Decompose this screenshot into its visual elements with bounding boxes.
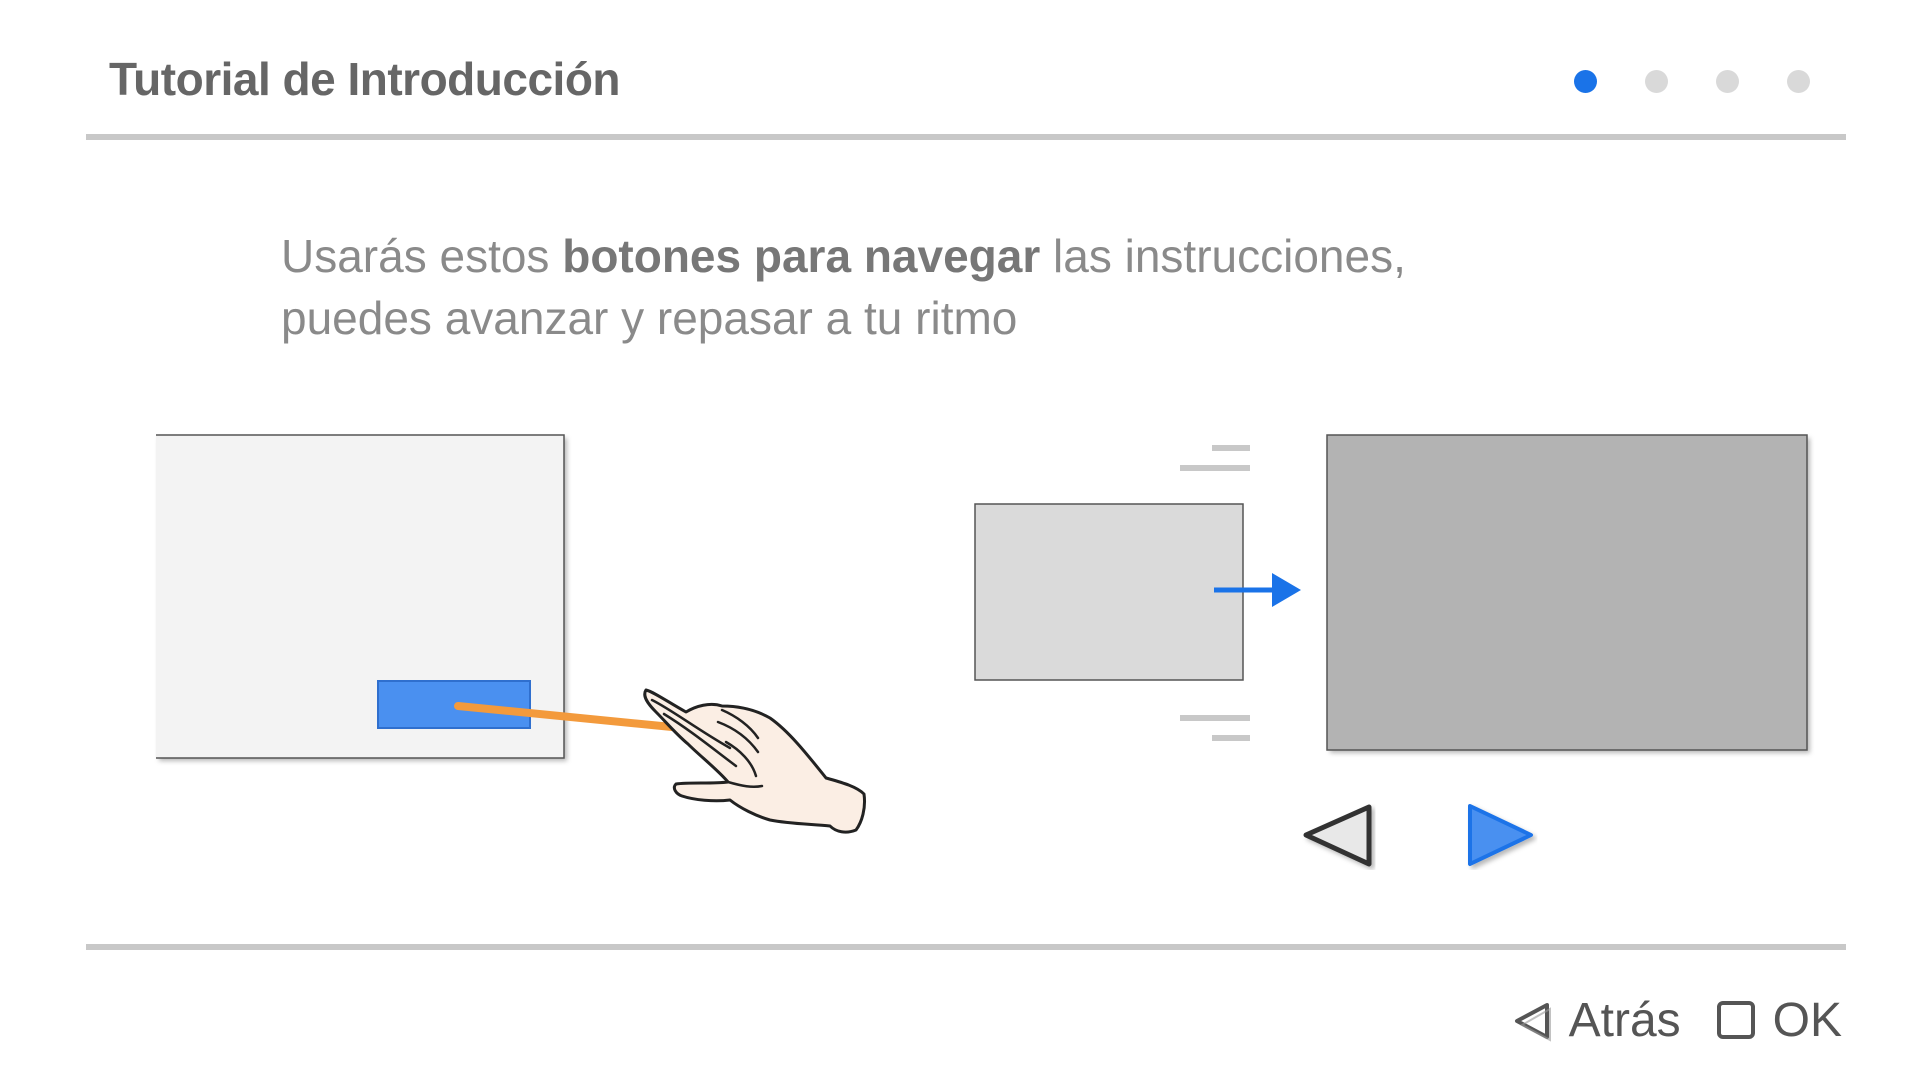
next-triangle-icon (1468, 804, 1533, 866)
square-icon (1715, 999, 1759, 1043)
ok-label: OK (1772, 994, 1842, 1047)
back-button[interactable]: Atrás (1511, 993, 1681, 1048)
back-label: Atrás (1568, 994, 1681, 1047)
ok-button[interactable]: OK (1715, 993, 1842, 1048)
previous-page-thumbnail (974, 503, 1244, 681)
navigation-illustration (156, 434, 1808, 867)
footer-controls: Atrás OK (1511, 993, 1842, 1048)
triangle-left-icon (1511, 999, 1555, 1043)
current-page-panel (1326, 434, 1808, 751)
footer-divider (86, 944, 1846, 950)
prev-triangle-icon (1303, 804, 1372, 867)
tutorial-screen: Tutorial de Introducción Usarás estos bo… (0, 0, 1920, 1080)
pointing-hand-icon (643, 688, 866, 834)
highlighted-button (377, 680, 531, 729)
